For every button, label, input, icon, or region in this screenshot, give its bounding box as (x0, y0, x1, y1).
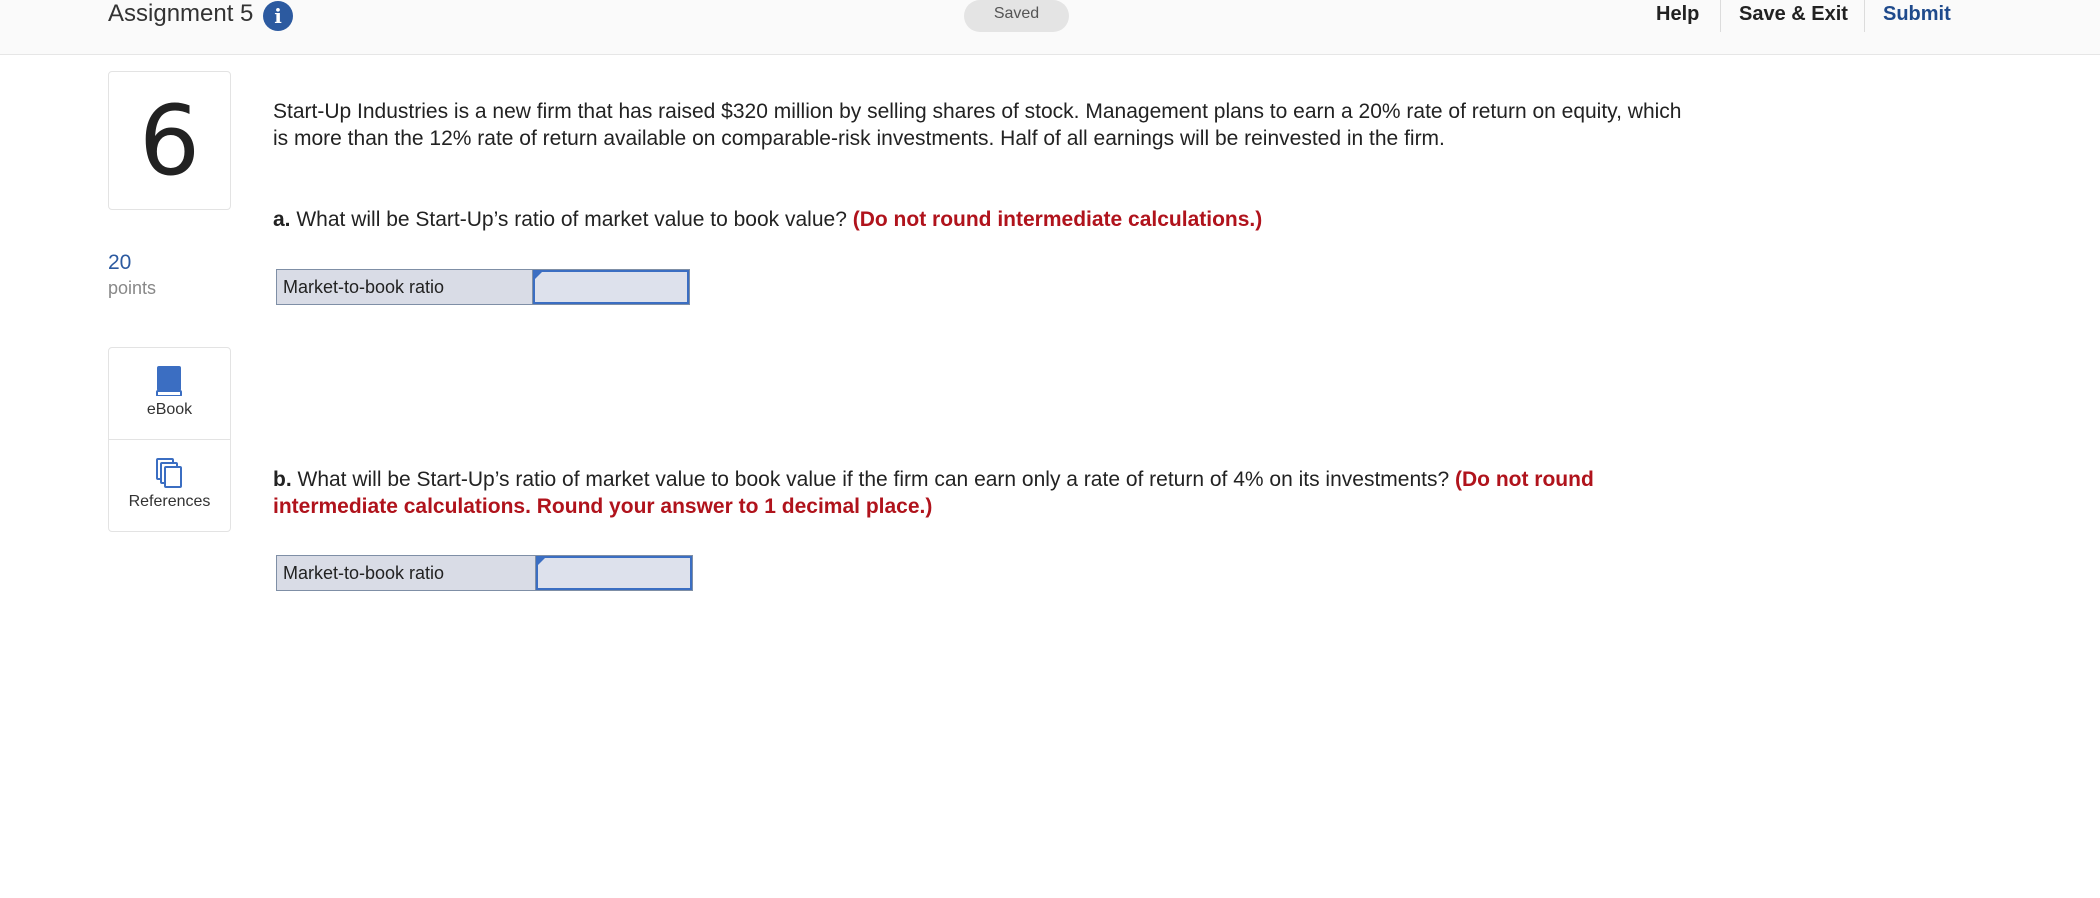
nav-divider (1720, 0, 1721, 32)
question-number: 6 (108, 71, 231, 210)
part-a-answer-table: Market-to-book ratio (276, 269, 690, 305)
top-bar: Assignment 5 i Saved Help Save & Exit Su… (0, 0, 2100, 55)
save-exit-link[interactable]: Save & Exit (1739, 0, 1848, 28)
part-a-prefix: a. (273, 208, 291, 231)
help-link[interactable]: Help (1656, 0, 1699, 28)
part-b-prompt: b. What will be Start-Up’s ratio of mark… (273, 466, 1693, 520)
points-label: points (108, 278, 157, 298)
part-a-answer-label: Market-to-book ratio (277, 270, 533, 304)
resources-panel: eBook References (108, 347, 231, 532)
assignment-title: Assignment 5 (108, 0, 254, 27)
part-a-instruction: (Do not round intermediate calculations.… (852, 208, 1263, 231)
input-marker-icon (538, 556, 547, 565)
saved-status-badge: Saved (964, 0, 1069, 32)
references-button[interactable]: References (109, 440, 230, 532)
ebook-label: eBook (146, 401, 193, 418)
part-a-prompt: a. What will be Start-Up’s ratio of mark… (273, 206, 1693, 233)
part-b-text: What will be Start-Up’s ratio of market … (291, 468, 1455, 491)
question-text: Start-Up Industries is a new firm that h… (273, 100, 1682, 150)
info-icon[interactable]: i (263, 1, 293, 31)
submit-link[interactable]: Submit (1883, 0, 1951, 28)
input-marker-icon (535, 270, 544, 279)
points-value: 20 (108, 251, 132, 274)
ebook-button[interactable]: eBook (109, 348, 230, 440)
part-a-text: What will be Start-Up’s ratio of market … (290, 208, 853, 231)
part-b-answer-table: Market-to-book ratio (276, 555, 693, 591)
part-a-answer-input[interactable] (533, 270, 689, 304)
part-b-prefix: b. (273, 468, 292, 491)
part-b-answer-input[interactable] (536, 556, 692, 590)
nav-divider (1864, 0, 1865, 32)
part-b-answer-label: Market-to-book ratio (277, 556, 536, 590)
copy-icon (156, 458, 182, 488)
references-label: References (128, 493, 211, 510)
book-icon (156, 366, 182, 396)
